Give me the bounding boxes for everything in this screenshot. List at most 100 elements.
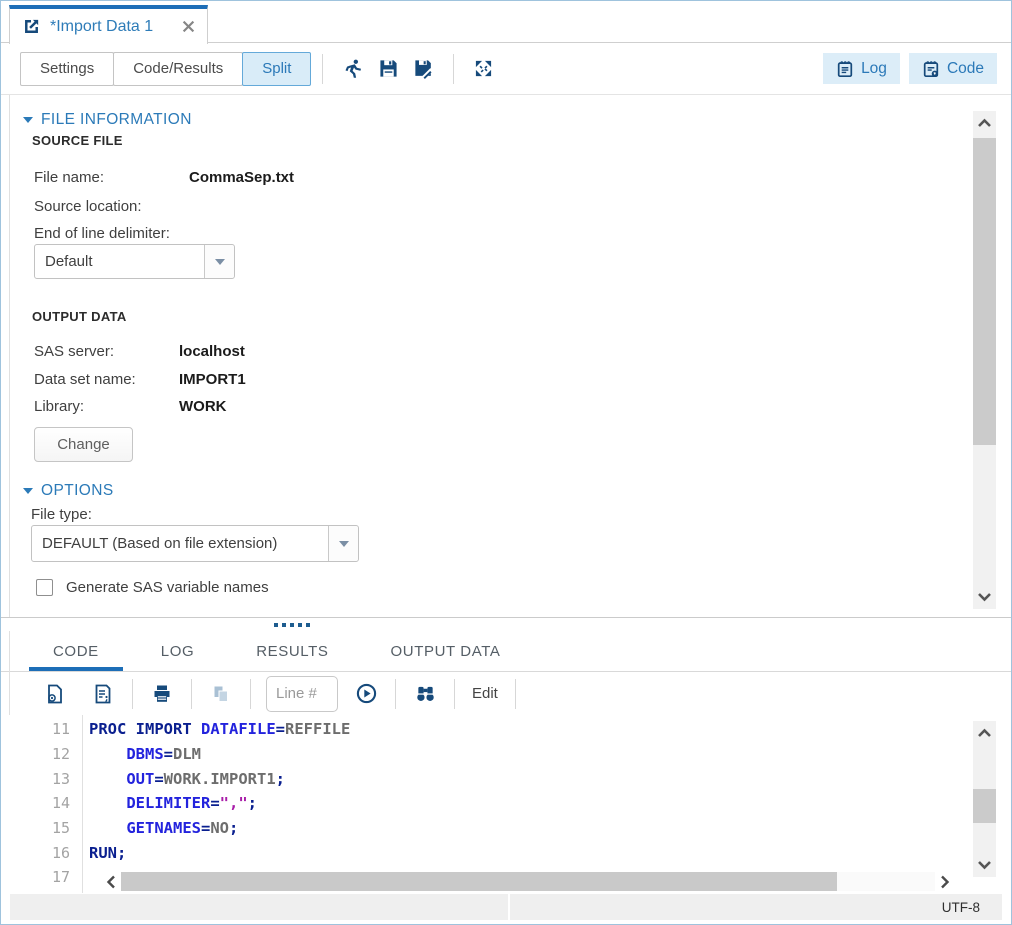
code-text[interactable]: PROC IMPORT DATAFILE=REFFILE [81, 720, 350, 738]
code-line: 13 OUT=WORK.IMPORT1; [1, 766, 1011, 791]
save-icon [379, 59, 398, 78]
library-value: WORK [179, 398, 227, 415]
scroll-down-button[interactable] [973, 587, 996, 607]
code-line: 11PROC IMPORT DATAFILE=REFFILE [1, 717, 1011, 742]
file-information-title: FILE INFORMATION [41, 111, 192, 129]
maximize-button[interactable] [465, 52, 501, 86]
code-text[interactable]: RUN; [81, 844, 126, 862]
code-token [89, 770, 126, 788]
code-text[interactable]: OUT=WORK.IMPORT1; [81, 770, 285, 788]
log-icon [836, 60, 854, 78]
goto-line-icon [356, 683, 377, 704]
find-button[interactable] [407, 677, 443, 711]
sas-server-label: SAS server: [34, 343, 179, 360]
view-button-settings[interactable]: Settings [20, 52, 114, 86]
code-token: = [201, 819, 210, 837]
settings-content: FILE INFORMATION SOURCE FILE File name: … [1, 95, 965, 596]
goto-line-input[interactable] [266, 676, 338, 712]
eol-delimiter-value: Default [35, 245, 204, 278]
scrollbar-thumb[interactable] [973, 789, 996, 823]
tab-close-icon[interactable] [179, 18, 197, 36]
toolbar-separator [395, 679, 396, 709]
print-button[interactable] [144, 677, 180, 711]
change-button[interactable]: Change [34, 427, 133, 462]
scrollbar-thumb[interactable] [121, 872, 837, 891]
copy-button[interactable] [203, 677, 239, 711]
eol-delimiter-select[interactable]: Default [34, 244, 235, 279]
scroll-left-button[interactable] [101, 872, 121, 891]
code-vertical-scrollbar[interactable] [973, 721, 996, 877]
scrollbar-track[interactable] [121, 872, 935, 891]
scroll-down-button[interactable] [973, 855, 996, 875]
tab-code[interactable]: CODE [29, 631, 123, 671]
field-row-data-set-name: Data set name: IMPORT1 [34, 368, 965, 390]
maximize-icon [474, 59, 493, 78]
output-data-heading: OUTPUT DATA [32, 309, 965, 324]
toolbar-separator [453, 54, 454, 84]
code-token [89, 819, 126, 837]
chevron-down-icon [215, 259, 225, 265]
data-set-name-value: IMPORT1 [179, 371, 246, 388]
view-button-code-results[interactable]: Code/Results [113, 52, 243, 86]
tab-output-data[interactable]: OUTPUT DATA [367, 631, 525, 671]
settings-pane: FILE INFORMATION SOURCE FILE File name: … [1, 95, 1011, 617]
section-options[interactable]: OPTIONS [23, 482, 965, 500]
tab-log[interactable]: LOG [137, 631, 218, 671]
toolbar-separator [250, 679, 251, 709]
run-button[interactable] [334, 52, 370, 86]
save-button[interactable] [370, 52, 406, 86]
source-location-label: Source location: [34, 198, 189, 215]
status-bar: UTF-8 [10, 894, 1002, 920]
code-token: DBMS [126, 745, 163, 763]
field-row-sas-server: SAS server: localhost [34, 340, 965, 362]
edit-menu-button[interactable]: Edit [472, 685, 498, 702]
main-toolbar: Settings Code/Results Split [1, 43, 1011, 95]
code-button[interactable]: Code [909, 53, 997, 84]
line-number: 15 [1, 819, 81, 837]
code-token [89, 794, 126, 812]
code-text[interactable]: DBMS=DLM [81, 745, 201, 763]
format-code-button[interactable] [85, 677, 121, 711]
tab-results[interactable]: RESULTS [232, 631, 352, 671]
code-token: REFFILE [285, 720, 350, 738]
settings-scrollbar[interactable] [973, 111, 996, 609]
section-file-information[interactable]: FILE INFORMATION [23, 111, 965, 129]
goto-line-button[interactable] [348, 677, 384, 711]
code-token: = [276, 720, 285, 738]
scroll-up-button[interactable] [973, 113, 996, 133]
log-button-label: Log [861, 60, 887, 78]
scroll-up-button[interactable] [973, 723, 996, 743]
dropdown-arrow-button[interactable] [204, 245, 234, 278]
save-as-button[interactable] [406, 52, 442, 86]
save-as-icon [414, 59, 434, 79]
copy-to-my-snippets-button[interactable] [37, 677, 73, 711]
code-horizontal-scrollbar[interactable] [101, 872, 955, 891]
code-icon [922, 60, 940, 78]
file-type-select[interactable]: DEFAULT (Based on file extension) [31, 525, 359, 562]
code-token: ; [117, 844, 126, 862]
generate-names-checkbox[interactable] [36, 579, 53, 596]
generate-names-label: Generate SAS variable names [66, 579, 269, 596]
code-text[interactable]: GETNAMES=NO; [81, 819, 238, 837]
code-line: 16RUN; [1, 840, 1011, 865]
dropdown-arrow-button[interactable] [328, 526, 358, 561]
line-number: 13 [1, 770, 81, 788]
code-token: OUT [126, 770, 154, 788]
scrollbar-thumb[interactable] [973, 138, 996, 445]
code-token: DATAFILE [201, 720, 276, 738]
code-text[interactable]: DELIMITER=","; [81, 794, 257, 812]
options-title: OPTIONS [41, 482, 114, 500]
pane-splitter[interactable] [1, 617, 1011, 631]
code-token: "," [220, 794, 248, 812]
toolbar-separator [515, 679, 516, 709]
code-token: DELIMITER [126, 794, 210, 812]
log-button[interactable]: Log [823, 53, 900, 84]
toolbar-separator [191, 679, 192, 709]
view-button-split[interactable]: Split [242, 52, 311, 86]
code-button-label: Code [947, 60, 984, 78]
code-editor[interactable]: 11PROC IMPORT DATAFILE=REFFILE12 DBMS=DL… [1, 715, 1011, 893]
library-label: Library: [34, 398, 179, 415]
scroll-right-button[interactable] [935, 872, 955, 891]
tab-import-data[interactable]: *Import Data 1 [9, 5, 208, 44]
splitter-handle-icon[interactable] [274, 623, 310, 627]
